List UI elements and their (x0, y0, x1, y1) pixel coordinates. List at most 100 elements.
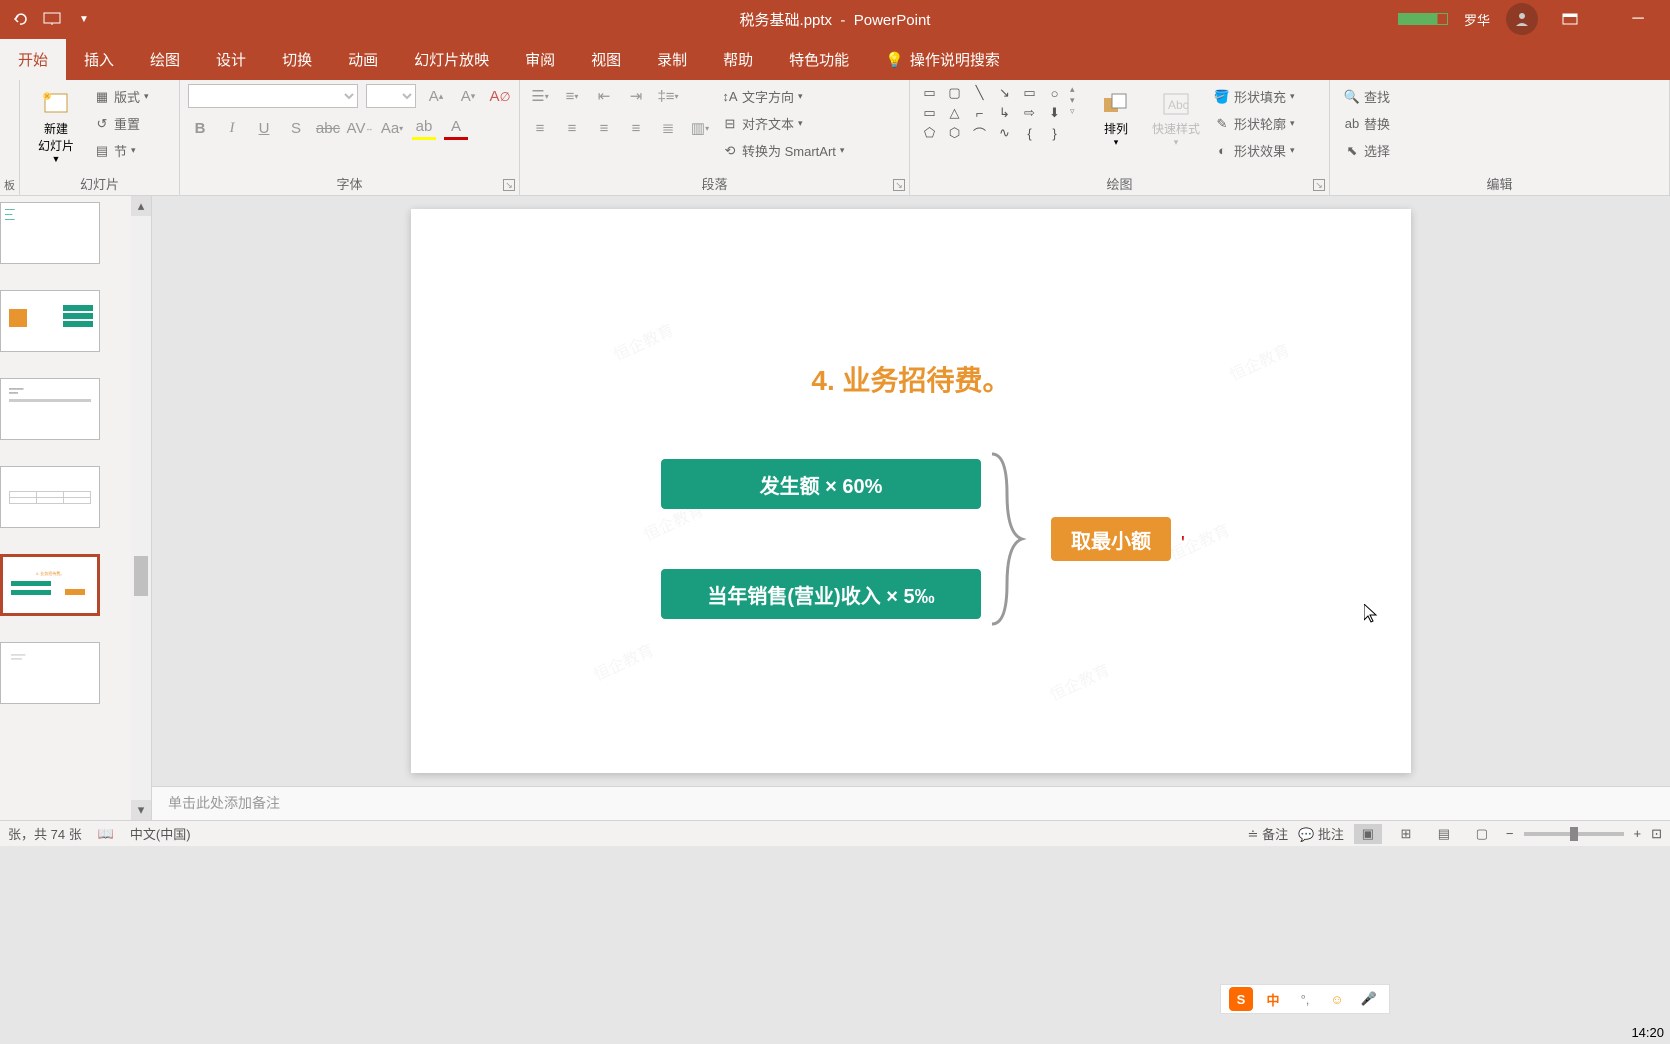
align-center-button[interactable]: ≡ (560, 116, 584, 140)
tab-animations[interactable]: 动画 (330, 39, 396, 80)
slide-thumbnail[interactable] (0, 290, 100, 352)
ime-toolbar[interactable]: S 中 °, ☺ 🎤 (1220, 984, 1390, 1014)
tab-transitions[interactable]: 切换 (264, 39, 330, 80)
font-color-button[interactable]: A (444, 116, 468, 140)
increase-indent-button[interactable]: ⇥ (624, 84, 648, 108)
tab-help[interactable]: 帮助 (705, 39, 771, 80)
slide-thumbnail[interactable] (0, 466, 100, 528)
strikethrough-button[interactable]: abc (316, 116, 340, 140)
numbering-button[interactable]: ≡▾ (560, 84, 584, 108)
slideshow-view-button[interactable]: ▢ (1468, 824, 1496, 844)
shapes-gallery[interactable]: ▭▢╲↘▭○ ▭△⌐↳⇨⬇ ⬠⬡⌒∿{} (918, 84, 1066, 142)
scroll-up-button[interactable]: ▴ (131, 196, 151, 216)
spellcheck-icon[interactable]: 📖 (98, 826, 114, 842)
justify-button[interactable]: ≡ (624, 116, 648, 140)
align-text-button[interactable]: ⊟对齐文本▾ (716, 111, 850, 136)
arrange-button[interactable]: 排列▾ (1088, 84, 1144, 152)
fit-window-button[interactable]: ⊡ (1651, 826, 1662, 842)
slide-thumbnail-current[interactable]: 4. 业务招待费。 (0, 554, 100, 616)
comments-toggle[interactable]: 💬 批注 (1298, 824, 1344, 843)
text-direction-button[interactable]: ↕A文字方向▾ (716, 84, 850, 109)
bold-button[interactable]: B (188, 116, 212, 140)
ime-logo-icon[interactable]: S (1229, 987, 1253, 1011)
slide-thumbnail[interactable]: ━━━━━━━━━━━━━ (0, 378, 100, 440)
italic-button[interactable]: I (220, 116, 244, 140)
shapes-scroll-up[interactable]: ▴ (1070, 84, 1084, 95)
formula-box-2[interactable]: 当年销售(营业)收入 × 5‰ (661, 569, 981, 619)
shadow-button[interactable]: S (284, 116, 308, 140)
quick-styles-button[interactable]: Abc 快速样式▾ (1148, 84, 1204, 152)
tab-draw[interactable]: 绘图 (132, 39, 198, 80)
increase-font-button[interactable]: A▴ (424, 84, 448, 108)
select-button[interactable]: ⬉选择 (1338, 138, 1396, 163)
find-button[interactable]: 🔍查找 (1338, 84, 1396, 109)
align-right-button[interactable]: ≡ (592, 116, 616, 140)
zoom-handle[interactable] (1570, 827, 1578, 841)
distribute-button[interactable]: ≣ (656, 116, 680, 140)
layout-button[interactable]: ▦版式▾ (88, 84, 155, 109)
font-family-select[interactable] (188, 84, 358, 108)
notes-pane[interactable]: 单击此处添加备注 (152, 786, 1670, 820)
thumbnail-scrollbar[interactable]: ▴ ▾ (131, 196, 151, 820)
ribbon-options-button[interactable] (1554, 3, 1586, 35)
ime-voice-button[interactable]: 🎤 (1357, 987, 1381, 1011)
tab-home[interactable]: 开始 (0, 39, 66, 80)
formula-box-1[interactable]: 发生额 × 60% (661, 459, 981, 509)
clear-format-button[interactable]: A∅ (488, 84, 512, 108)
shape-outline-button[interactable]: ✎形状轮廓▾ (1208, 111, 1301, 136)
shapes-more[interactable]: ▿ (1070, 106, 1084, 117)
highlight-button[interactable]: ab (412, 116, 436, 140)
font-dialog-launcher[interactable]: ↘ (503, 179, 515, 191)
minimize-button[interactable]: ─ (1622, 3, 1654, 35)
decrease-font-button[interactable]: A▾ (456, 84, 480, 108)
user-avatar[interactable] (1506, 3, 1538, 35)
sorter-view-button[interactable]: ⊞ (1392, 824, 1420, 844)
zoom-slider[interactable] (1524, 832, 1624, 836)
bullets-button[interactable]: ☰▾ (528, 84, 552, 108)
tab-slideshow[interactable]: 幻灯片放映 (396, 39, 507, 80)
underline-button[interactable]: U (252, 116, 276, 140)
scroll-down-button[interactable]: ▾ (131, 800, 151, 820)
language-indicator[interactable]: 中文(中国) (130, 824, 191, 843)
ime-punct-button[interactable]: °, (1293, 987, 1317, 1011)
new-slide-button[interactable]: 新建 幻灯片 ▼ (28, 84, 84, 168)
tab-review[interactable]: 审阅 (507, 39, 573, 80)
tab-insert[interactable]: 插入 (66, 39, 132, 80)
normal-view-button[interactable]: ▣ (1354, 824, 1382, 844)
ime-emoji-button[interactable]: ☺ (1325, 987, 1349, 1011)
change-case-button[interactable]: Aa▾ (380, 116, 404, 140)
drawing-dialog-launcher[interactable]: ↘ (1313, 179, 1325, 191)
decrease-indent-button[interactable]: ⇤ (592, 84, 616, 108)
replace-button[interactable]: ab替换 (1338, 111, 1396, 136)
convert-smartart-button[interactable]: ⟲转换为 SmartArt▾ (716, 138, 850, 163)
undo-button[interactable] (8, 7, 32, 31)
shape-effects-button[interactable]: ◐形状效果▾ (1208, 138, 1301, 163)
tab-design[interactable]: 设计 (198, 39, 264, 80)
tab-view[interactable]: 视图 (573, 39, 639, 80)
slideshow-start-button[interactable] (40, 7, 64, 31)
ime-lang-button[interactable]: 中 (1261, 987, 1285, 1011)
slide-canvas[interactable]: 恒企教育 恒企教育 恒企教育 恒企教育 恒企教育 恒企教育 4. 业务招待费。 … (411, 209, 1411, 773)
paragraph-dialog-launcher[interactable]: ↘ (893, 179, 905, 191)
tab-special[interactable]: 特色功能 (771, 39, 867, 80)
zoom-in-button[interactable]: + (1634, 826, 1642, 841)
notes-toggle[interactable]: ≐ 备注 (1248, 824, 1289, 843)
scroll-handle[interactable] (134, 556, 148, 596)
qat-dropdown[interactable]: ▼ (72, 7, 96, 31)
zoom-out-button[interactable]: − (1506, 826, 1514, 841)
reading-view-button[interactable]: ▤ (1430, 824, 1458, 844)
section-button[interactable]: ▤节▾ (88, 138, 155, 163)
slide-thumbnail[interactable]: ━━━━━━━━━━━━━━ (0, 642, 100, 704)
line-spacing-button[interactable]: ‡≡▾ (656, 84, 680, 108)
slide-thumbnail[interactable]: ━━━━━━━━━━━ (0, 202, 100, 264)
tell-me-search[interactable]: 💡 操作说明搜索 (867, 39, 1018, 80)
slide-title-text[interactable]: 4. 业务招待费。 (411, 359, 1411, 399)
font-size-select[interactable] (366, 84, 416, 108)
shapes-scroll-down[interactable]: ▾ (1070, 95, 1084, 106)
align-left-button[interactable]: ≡ (528, 116, 552, 140)
result-box[interactable]: 取最小额 (1051, 517, 1171, 561)
reset-button[interactable]: ↺重置 (88, 111, 155, 136)
tab-recording[interactable]: 录制 (639, 39, 705, 80)
char-spacing-button[interactable]: AV↔ (348, 116, 372, 140)
columns-button[interactable]: ▥▾ (688, 116, 712, 140)
